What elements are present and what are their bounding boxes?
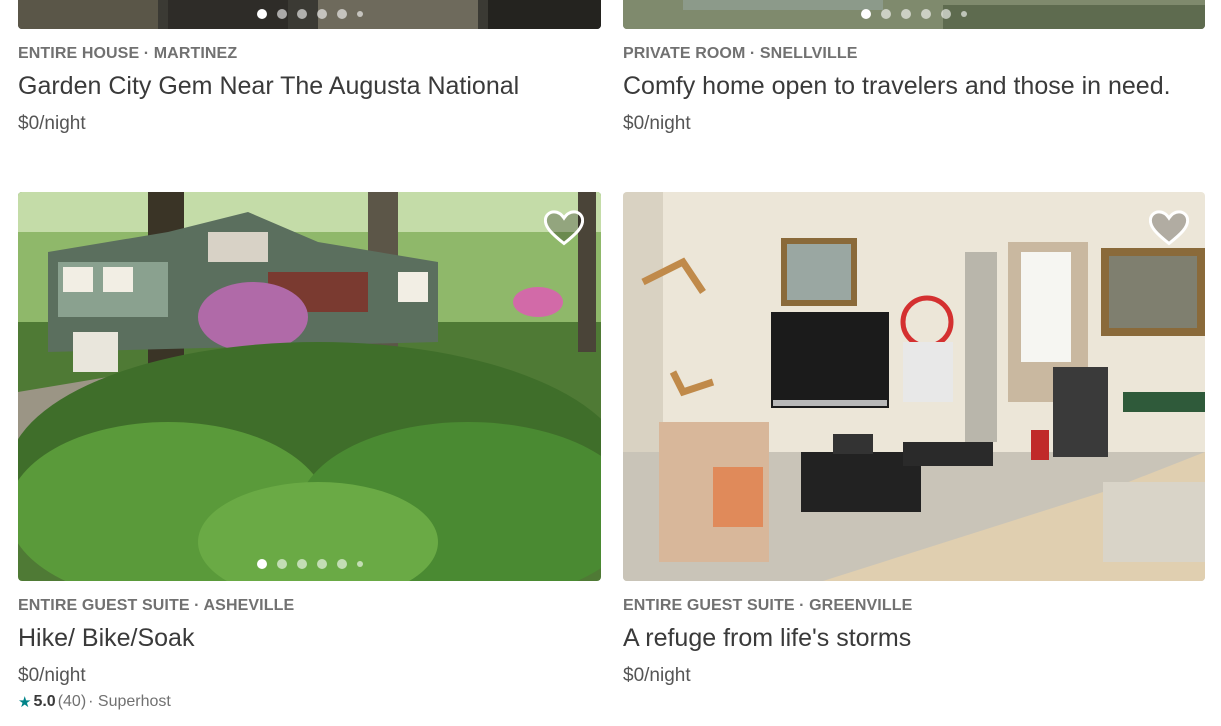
pagination-dot[interactable] (336, 9, 347, 19)
save-favorite-button[interactable] (1149, 210, 1189, 246)
living-room-photo (623, 192, 1205, 581)
listing-price: $0/night (18, 665, 86, 686)
listing-photo[interactable] (18, 192, 601, 581)
pagination-dot[interactable] (941, 9, 951, 19)
listing-type-location: PRIVATE ROOM · SNELLVILLE (623, 45, 858, 62)
listing-photo[interactable] (623, 0, 1205, 29)
pagination-dot[interactable] (921, 9, 931, 19)
photo-pagination-dots (623, 9, 1205, 19)
star-icon: ★ (18, 694, 32, 711)
listing-rating: ★ 5.0 (40) · Superhost (18, 693, 171, 711)
forest-house-photo (18, 192, 601, 581)
review-count: (40) (57, 693, 87, 710)
listing-price: $0/night (623, 665, 691, 686)
listing-photo[interactable] (623, 192, 1205, 581)
pagination-dot[interactable] (256, 559, 267, 569)
listing-title[interactable]: Hike/ Bike/Soak (18, 624, 194, 653)
listing-type-location: ENTIRE HOUSE · MARTINEZ (18, 45, 238, 62)
listing-type-location: ENTIRE GUEST SUITE · ASHEVILLE (18, 597, 295, 614)
listing-title[interactable]: Comfy home open to travelers and those i… (623, 72, 1171, 101)
listing-type-location: ENTIRE GUEST SUITE · GREENVILLE (623, 597, 913, 614)
pagination-dot[interactable] (296, 9, 307, 19)
pagination-dot[interactable] (276, 9, 287, 19)
rating-score: 5.0 (33, 693, 56, 710)
heart-outline-icon (544, 210, 584, 246)
pagination-dot[interactable] (316, 559, 327, 569)
pagination-dot[interactable] (276, 559, 287, 569)
pagination-dot[interactable] (881, 9, 891, 19)
listing-title[interactable]: Garden City Gem Near The Augusta Nationa… (18, 72, 519, 101)
pagination-dot[interactable] (356, 561, 363, 567)
pagination-dot[interactable] (336, 559, 347, 569)
listing-photo[interactable] (18, 0, 601, 29)
photo-pagination-dots (18, 9, 601, 19)
listing-price: $0/night (18, 113, 86, 134)
photo-pagination-dots (18, 559, 601, 569)
heart-outline-icon (1149, 210, 1189, 246)
pagination-dot[interactable] (256, 9, 267, 19)
pagination-dot[interactable] (316, 9, 327, 19)
pagination-dot[interactable] (356, 11, 363, 17)
superhost-badge: · Superhost (88, 693, 171, 710)
listing-title[interactable]: A refuge from life's storms (623, 624, 911, 653)
listing-price: $0/night (623, 113, 691, 134)
pagination-dot[interactable] (861, 9, 871, 19)
pagination-dot[interactable] (901, 9, 911, 19)
save-favorite-button[interactable] (544, 210, 584, 246)
pagination-dot[interactable] (961, 11, 967, 17)
pagination-dot[interactable] (296, 559, 307, 569)
